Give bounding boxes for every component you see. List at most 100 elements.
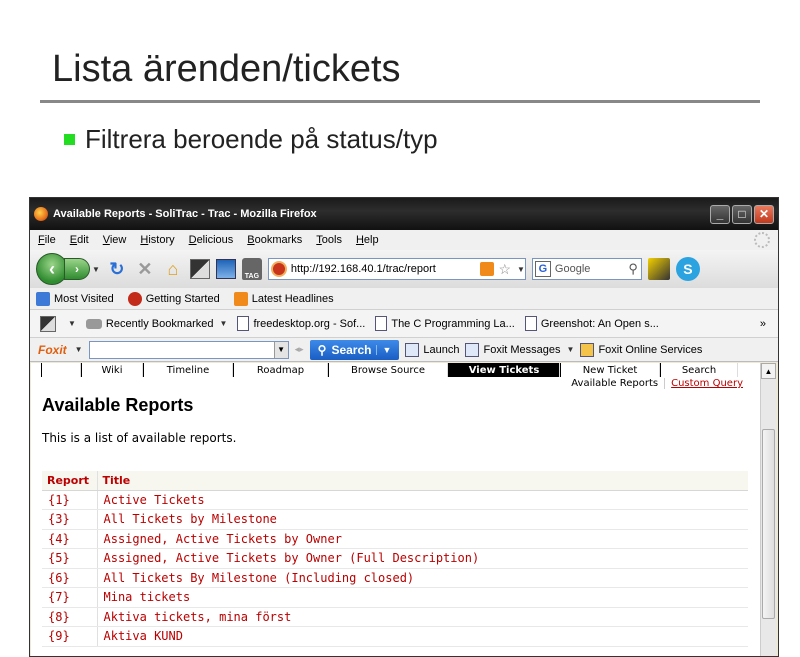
report-title-link[interactable]: Active Tickets <box>97 490 748 510</box>
close-button[interactable]: ✕ <box>754 204 774 224</box>
chevron-more-icon[interactable]: » <box>760 318 766 330</box>
minimize-button[interactable]: _ <box>710 204 730 224</box>
trac-tab-timeline[interactable]: Timeline <box>143 363 233 377</box>
report-id-link[interactable]: {9} <box>42 626 98 647</box>
column-title[interactable]: Title <box>97 471 748 491</box>
bookmark-star-icon[interactable]: ☆ <box>498 261 511 278</box>
report-id-link[interactable]: {6} <box>42 568 98 588</box>
report-id-link[interactable]: {4} <box>42 529 98 549</box>
menu-item-view[interactable]: View <box>103 234 127 246</box>
home-icon[interactable]: ⌂ <box>162 258 184 280</box>
firefox-icon <box>34 207 48 221</box>
window-title: Available Reports - SoliTrac - Trac - Mo… <box>53 208 317 220</box>
report-title-link[interactable]: Assigned, Active Tickets by Owner <box>97 529 748 549</box>
bookmark-latest-headlines[interactable]: Latest Headlines <box>233 291 334 306</box>
menu-item-bookmarks[interactable]: Bookmarks <box>247 234 302 246</box>
bookmark-getting-started[interactable]: Getting Started <box>127 291 220 306</box>
scroll-thumb[interactable] <box>762 429 775 619</box>
search-dropdown-icon[interactable]: ▼ <box>376 344 391 355</box>
trac-tab-wiki[interactable]: Wiki <box>81 363 143 377</box>
report-title-link[interactable]: Aktiva KUND <box>97 626 748 647</box>
menu-item-history[interactable]: History <box>140 234 174 246</box>
menu-item-delicious[interactable]: Delicious <box>189 234 234 246</box>
foxit-messages[interactable]: Foxit Messages ▼ <box>465 342 575 357</box>
highlighter-icon[interactable] <box>647 258 670 280</box>
table-row[interactable]: {3} All Tickets by Milestone <box>42 509 748 530</box>
foxit-online-services[interactable]: Foxit Online Services <box>580 342 702 357</box>
table-row[interactable]: {4} Assigned, Active Tickets by Owner <box>42 529 748 549</box>
foxit-launch[interactable]: Launch <box>405 342 459 357</box>
report-title-link[interactable]: Mina tickets <box>97 587 748 608</box>
recent-item-greenshot[interactable]: Greenshot: An Open s... <box>524 316 659 331</box>
report-id-link[interactable]: {1} <box>42 490 98 510</box>
trac-tab-view-tickets[interactable]: View Tickets <box>448 363 560 377</box>
scroll-up-icon[interactable]: ▲ <box>761 363 776 379</box>
page-icon <box>524 316 537 331</box>
column-report[interactable]: Report <box>42 471 98 491</box>
table-row[interactable]: {8} Aktiva tickets, mina först <box>42 607 748 627</box>
foxit-input-dropdown-icon[interactable]: ▼ <box>273 341 288 358</box>
url-text[interactable]: http://192.168.40.1/trac/report <box>291 263 436 275</box>
navigation-toolbar: ‹ › ▼ ↻ ✕ ⌂ TAG http://192.168.40.1/trac… <box>30 250 778 288</box>
slide-bullet: Filtrera beroende på status/typ <box>64 124 438 155</box>
menu-item-tools[interactable]: Tools <box>316 234 342 246</box>
stop-icon[interactable]: ✕ <box>134 258 156 280</box>
ctx-custom-query-link[interactable]: Custom Query <box>664 378 743 389</box>
report-title-link[interactable]: All Tickets by Milestone <box>97 509 748 530</box>
trac-main-nav: Wiki Timeline Roadmap Browse Source View Tic… <box>41 363 738 377</box>
skype-icon[interactable]: S <box>675 257 700 281</box>
trac-tab-roadmap[interactable]: Roadmap <box>233 363 328 377</box>
search-icon[interactable]: ⚲ <box>628 261 638 277</box>
bullet-square-icon <box>64 134 75 145</box>
rss-icon[interactable] <box>480 262 495 276</box>
url-dropdown-icon[interactable]: ▼ <box>517 265 525 274</box>
toolbar-bookmark-icon[interactable] <box>215 259 236 279</box>
url-bar[interactable]: http://192.168.40.1/trac/report ☆ ▼ <box>267 258 526 280</box>
trac-tab-search[interactable]: Search <box>660 363 738 377</box>
messages-dropdown-icon[interactable]: ▼ <box>567 345 575 354</box>
trac-tab-new-ticket[interactable]: New Ticket <box>560 363 660 377</box>
toolbar-addon-icon[interactable] <box>189 259 210 279</box>
vertical-scrollbar[interactable]: ▲ <box>760 363 776 656</box>
bookmark-most-visited[interactable]: Most Visited <box>36 291 114 306</box>
ctx-available-reports[interactable]: Available Reports <box>571 378 658 389</box>
report-title-link[interactable]: All Tickets By Milestone (Including clos… <box>97 568 748 588</box>
reload-icon[interactable]: ↻ <box>106 258 128 280</box>
menu-item-file[interactable]: File <box>38 234 56 246</box>
report-title-link[interactable]: Assigned, Active Tickets by Owner (Full … <box>97 548 748 569</box>
foxit-search-input[interactable]: ▼ <box>88 340 289 359</box>
tag-icon[interactable]: TAG <box>241 258 262 280</box>
history-dropdown-icon[interactable]: ▼ <box>92 265 100 274</box>
addon-icon[interactable] <box>40 315 56 332</box>
report-id-link[interactable]: {7} <box>42 587 98 608</box>
foxit-logo[interactable]: Foxit <box>38 343 67 357</box>
table-row[interactable]: {9} Aktiva KUND <box>42 626 748 647</box>
table-row[interactable]: {6} All Tickets By Milestone (Including c… <box>42 568 748 588</box>
forward-button[interactable]: › <box>64 258 90 280</box>
report-id-link[interactable]: {3} <box>42 509 98 530</box>
trac-tab-browse-source[interactable]: Browse Source <box>328 363 448 377</box>
report-id-link[interactable]: {5} <box>42 548 98 569</box>
trac-tab-blank[interactable] <box>41 363 81 377</box>
resize-handle-icon[interactable]: ◂▸ <box>295 344 304 355</box>
table-row[interactable]: {5} Assigned, Active Tickets by Owner (Fu… <box>42 548 748 569</box>
table-row[interactable]: {7} Mina tickets <box>42 587 748 608</box>
recent-item-c-programming[interactable]: The C Programming La... <box>375 316 515 331</box>
report-id-link[interactable]: {8} <box>42 607 98 627</box>
recently-bookmarked-folder[interactable]: Recently Bookmarked ▼ <box>85 318 227 330</box>
foxit-search-button[interactable]: ⚲ Search ▼ <box>309 339 400 360</box>
report-title-link[interactable]: Aktiva tickets, mina först <box>97 607 748 627</box>
recent-item-freedesktop[interactable]: freedesktop.org - Sof... <box>237 316 365 331</box>
google-icon[interactable]: G <box>534 261 551 277</box>
menu-item-help[interactable]: Help <box>356 234 379 246</box>
throbber-icon <box>754 232 770 248</box>
slide-title: Lista ärenden/tickets <box>52 48 401 90</box>
menu-item-edit[interactable]: Edit <box>70 234 89 246</box>
maximize-button[interactable]: □ <box>732 204 752 224</box>
table-row[interactable]: {1} Active Tickets <box>42 490 748 510</box>
online-services-icon <box>580 342 595 357</box>
window-titlebar[interactable]: Available Reports - SoliTrac - Trac - Mo… <box>30 198 778 230</box>
web-search-box[interactable]: G Google ⚲ <box>531 258 642 280</box>
addon-dropdown-icon[interactable]: ▼ <box>68 319 76 328</box>
foxit-menu-dropdown-icon[interactable]: ▼ <box>75 345 83 354</box>
